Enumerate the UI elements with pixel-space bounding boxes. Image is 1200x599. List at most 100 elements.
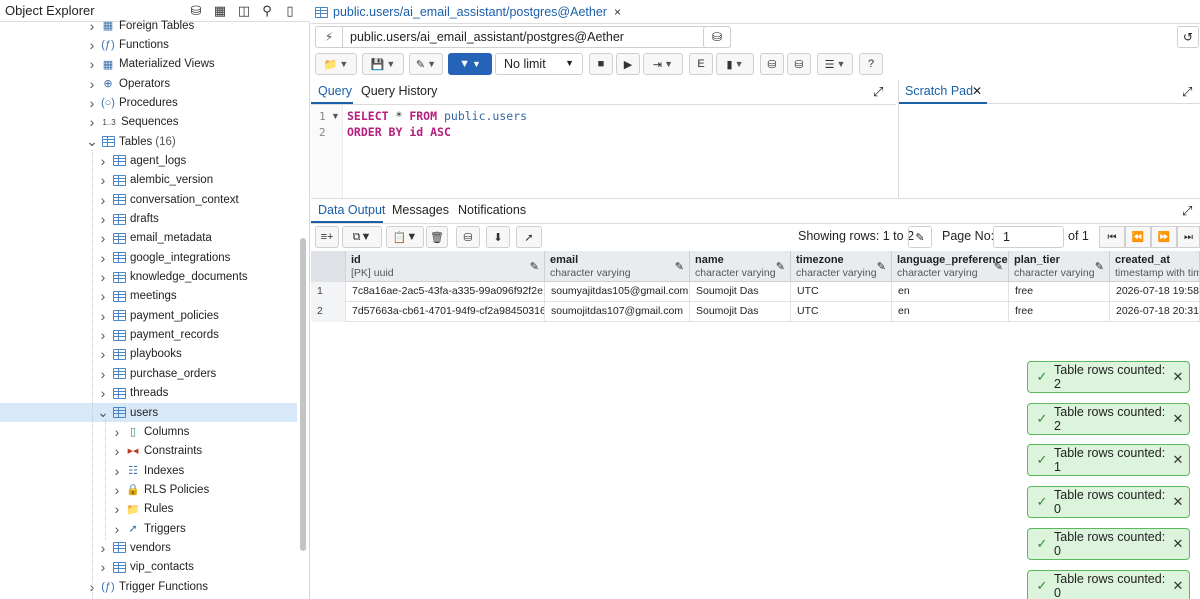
table-cell[interactable]: UTC bbox=[791, 282, 892, 302]
table-cell[interactable]: en bbox=[892, 302, 1009, 322]
tree-item[interactable]: › 1..3 Sequences bbox=[85, 113, 179, 132]
column-header[interactable]: email character varying ✎ bbox=[545, 251, 690, 282]
edit-icon-button[interactable]: ✎ ▼ bbox=[409, 53, 443, 75]
chevron-right-icon[interactable]: › bbox=[96, 308, 110, 324]
commit-button[interactable]: ⛁ bbox=[760, 53, 784, 75]
chevron-right-icon[interactable]: › bbox=[96, 192, 110, 208]
chevron-right-icon[interactable]: › bbox=[96, 288, 110, 304]
table-cell[interactable]: en bbox=[892, 282, 1009, 302]
edit-column-icon[interactable]: ✎ bbox=[530, 260, 539, 273]
explain-analyze-button[interactable]: ▮ ▼ bbox=[716, 53, 754, 75]
chevron-right-icon[interactable]: › bbox=[96, 269, 110, 285]
tab-data-output[interactable]: Data Output bbox=[318, 203, 385, 217]
row-limit-select[interactable]: No limit ▼ bbox=[495, 53, 583, 75]
chevron-right-icon[interactable]: › bbox=[96, 366, 110, 382]
reset-layout-icon[interactable]: ↺ bbox=[1177, 26, 1199, 48]
table-cell[interactable]: 2026-07-18 19:58:2 bbox=[1110, 282, 1200, 302]
column-header[interactable]: language_preference character varying ✎ bbox=[892, 251, 1009, 282]
chevron-right-icon[interactable]: › bbox=[85, 56, 99, 72]
chevron-right-icon[interactable]: › bbox=[110, 424, 124, 440]
download-icon[interactable]: ⬇ bbox=[486, 226, 510, 248]
tree-item[interactable]: › (ƒ) Functions bbox=[85, 35, 169, 54]
tree-item[interactable]: › purchase_orders bbox=[96, 364, 217, 383]
save-data-button[interactable]: ⛁ bbox=[456, 226, 480, 248]
tree-item[interactable]: › (ƒ) Trigger Functions bbox=[85, 577, 208, 596]
add-row-button[interactable]: ≡+ bbox=[315, 226, 339, 248]
chevron-right-icon[interactable]: › bbox=[96, 211, 110, 227]
close-icon[interactable]: ✕ bbox=[1167, 452, 1189, 468]
table-cell[interactable]: 2026-07-18 20:31:1 bbox=[1110, 302, 1200, 322]
tree-item[interactable]: ⌄ users bbox=[0, 403, 297, 422]
tree-item[interactable]: › ➚ Triggers bbox=[110, 519, 186, 538]
search-icon[interactable]: ⚲ bbox=[257, 2, 277, 20]
tree-item[interactable]: › ▯ Columns bbox=[110, 422, 190, 441]
chevron-right-icon[interactable]: › bbox=[96, 327, 110, 343]
tree-item[interactable]: › drafts bbox=[96, 210, 159, 229]
column-header[interactable]: timezone character varying ✎ bbox=[791, 251, 892, 282]
chevron-right-icon[interactable]: › bbox=[96, 540, 110, 556]
chevron-down-icon[interactable]: ⌄ bbox=[85, 133, 99, 150]
tree-item[interactable]: › email_metadata bbox=[96, 229, 212, 248]
execute-button[interactable]: ▶ bbox=[616, 53, 640, 75]
tree-item[interactable]: › payment_records bbox=[96, 326, 219, 345]
open-file-button[interactable]: 📁 ▼ bbox=[315, 53, 357, 75]
tree-item[interactable]: › ☷ Indexes bbox=[110, 461, 185, 480]
connection-bar[interactable]: ⚡ public.users/ai_email_assistant/postgr… bbox=[315, 26, 731, 48]
chevron-right-icon[interactable]: › bbox=[110, 443, 124, 459]
rollback-button[interactable]: ⛁ bbox=[787, 53, 811, 75]
tab-notifications[interactable]: Notifications bbox=[458, 203, 526, 217]
database-button[interactable]: ⛁ bbox=[703, 26, 731, 48]
paste-button[interactable]: 📋 ▼ bbox=[386, 226, 424, 248]
close-icon[interactable]: × bbox=[614, 5, 621, 19]
chevron-right-icon[interactable]: › bbox=[110, 463, 124, 479]
column-header[interactable]: created_attimestamp with time zone bbox=[1110, 251, 1200, 282]
tree-item[interactable]: › 📁 Rules bbox=[110, 500, 174, 519]
table-cell[interactable]: Soumojit Das bbox=[690, 282, 791, 302]
last-page-icon[interactable]: ⏭ bbox=[1177, 226, 1200, 248]
terminal-icon[interactable]: ▯ bbox=[280, 2, 300, 20]
chevron-right-icon[interactable]: › bbox=[85, 37, 99, 53]
tree-item[interactable]: › vip_contacts bbox=[96, 558, 194, 577]
close-icon[interactable]: ✕ bbox=[1167, 411, 1189, 427]
tree-scrollbar[interactable] bbox=[300, 238, 306, 551]
table-cell[interactable]: free bbox=[1009, 302, 1110, 322]
edit-column-icon[interactable]: ✎ bbox=[994, 260, 1003, 273]
tree-item[interactable]: › threads bbox=[96, 384, 169, 403]
edit-column-icon[interactable]: ✎ bbox=[675, 260, 684, 273]
connection-status-icon[interactable]: ⚡ bbox=[316, 27, 343, 47]
chevron-right-icon[interactable]: › bbox=[96, 346, 110, 362]
chevron-right-icon[interactable]: › bbox=[110, 482, 124, 498]
chevron-right-icon[interactable]: › bbox=[85, 114, 99, 130]
row-number-header[interactable] bbox=[311, 251, 346, 282]
column-header[interactable]: id [PK] uuid ✎ bbox=[346, 251, 545, 282]
tree-item[interactable]: › meetings bbox=[96, 287, 177, 306]
tree-item[interactable]: › 🔒 RLS Policies bbox=[110, 480, 210, 499]
next-page-icon[interactable]: ⏩ bbox=[1151, 226, 1177, 248]
explain-button[interactable]: E bbox=[689, 53, 713, 75]
tree-item[interactable]: › agent_logs bbox=[96, 151, 187, 170]
delete-row-button[interactable]: 🗑 bbox=[426, 226, 448, 248]
tree-item[interactable]: › (○) Procedures bbox=[85, 93, 178, 112]
edit-pagination-icon[interactable]: ✎ bbox=[908, 226, 932, 248]
close-icon[interactable]: ✕ bbox=[1167, 494, 1189, 510]
table-grid-icon[interactable]: ▦ bbox=[210, 2, 230, 20]
tree-item[interactable]: › conversation_context bbox=[96, 190, 239, 209]
chevron-right-icon[interactable]: › bbox=[85, 95, 99, 111]
table-cell[interactable]: UTC bbox=[791, 302, 892, 322]
table-cell[interactable]: soumyajitdas105@gmail.com bbox=[545, 282, 690, 302]
chevron-right-icon[interactable]: › bbox=[96, 250, 110, 266]
save-file-button[interactable]: 💾 ▼ bbox=[362, 53, 404, 75]
chevron-right-icon[interactable]: › bbox=[96, 153, 110, 169]
chevron-right-icon[interactable]: › bbox=[96, 559, 110, 575]
chevron-right-icon[interactable]: › bbox=[85, 76, 99, 92]
help-icon[interactable]: ? bbox=[859, 53, 883, 75]
table-cell[interactable]: Soumojit Das bbox=[690, 302, 791, 322]
copy-button[interactable]: ⧉ ▼ bbox=[342, 226, 382, 248]
tab-query-history[interactable]: Query History bbox=[361, 84, 437, 98]
column-header[interactable]: name character varying ✎ bbox=[690, 251, 791, 282]
tree-item[interactable]: ⌄ Tables (16) bbox=[85, 132, 176, 151]
tree-item[interactable]: › alembic_version bbox=[96, 171, 213, 190]
page-number-input[interactable]: 1 bbox=[993, 226, 1064, 248]
table-cell[interactable]: 7c8a16ae-2ac5-43fa-a335-99a096f92f2e bbox=[346, 282, 545, 302]
chevron-right-icon[interactable]: › bbox=[85, 18, 99, 34]
